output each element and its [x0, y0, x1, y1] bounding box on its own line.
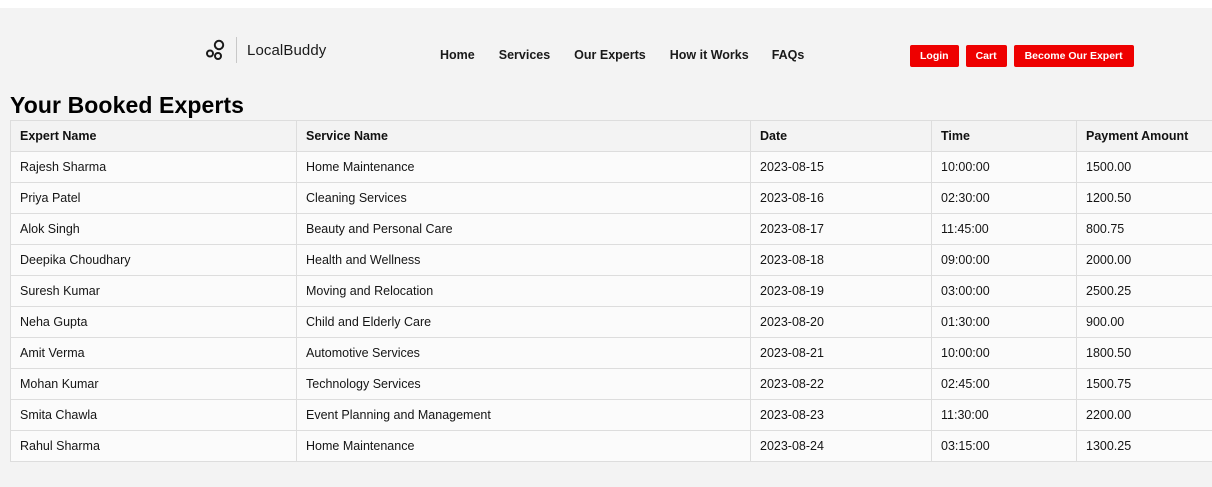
- table-row: Priya Patel Cleaning Services 2023-08-16…: [10, 182, 1212, 214]
- cell-date: 2023-08-20: [750, 306, 932, 338]
- become-expert-button[interactable]: Become Our Expert: [1013, 45, 1134, 67]
- cell-expert-name: Suresh Kumar: [10, 275, 297, 307]
- cell-expert-name: Smita Chawla: [10, 399, 297, 431]
- cell-date: 2023-08-15: [750, 151, 932, 183]
- table-row: Smita Chawla Event Planning and Manageme…: [10, 399, 1212, 431]
- cell-expert-name: Neha Gupta: [10, 306, 297, 338]
- table-row: Neha Gupta Child and Elderly Care 2023-0…: [10, 306, 1212, 338]
- cell-service-name: Event Planning and Management: [296, 399, 751, 431]
- table-row: Rahul Sharma Home Maintenance 2023-08-24…: [10, 430, 1212, 462]
- cell-payment-amount: 2000.00: [1076, 244, 1212, 276]
- cell-time: 02:30:00: [931, 182, 1077, 214]
- column-header-time: Time: [931, 120, 1077, 152]
- cell-expert-name: Rajesh Sharma: [10, 151, 297, 183]
- nav-link-home[interactable]: Home: [440, 48, 475, 62]
- cell-expert-name: Alok Singh: [10, 213, 297, 245]
- cell-payment-amount: 1300.25: [1076, 430, 1212, 462]
- cell-date: 2023-08-23: [750, 399, 932, 431]
- cell-payment-amount: 900.00: [1076, 306, 1212, 338]
- cell-date: 2023-08-19: [750, 275, 932, 307]
- cell-date: 2023-08-22: [750, 368, 932, 400]
- cell-service-name: Child and Elderly Care: [296, 306, 751, 338]
- nav-links: Home Services Our Experts How it Works F…: [440, 48, 804, 62]
- cell-service-name: Home Maintenance: [296, 151, 751, 183]
- cell-time: 03:00:00: [931, 275, 1077, 307]
- cell-payment-amount: 1500.00: [1076, 151, 1212, 183]
- cell-payment-amount: 2200.00: [1076, 399, 1212, 431]
- cell-expert-name: Priya Patel: [10, 182, 297, 214]
- page-title: Your Booked Experts: [10, 92, 245, 118]
- cell-time: 09:00:00: [931, 244, 1077, 276]
- cell-date: 2023-08-16: [750, 182, 932, 214]
- navbar: LocalBuddy Home Services Our Experts How…: [0, 8, 1212, 92]
- cell-time: 03:15:00: [931, 430, 1077, 462]
- table-row: Amit Verma Automotive Services 2023-08-2…: [10, 337, 1212, 369]
- nav-actions: Login Cart Become Our Expert: [910, 45, 1134, 67]
- cell-date: 2023-08-21: [750, 337, 932, 369]
- column-header-date: Date: [750, 120, 932, 152]
- brand-logo-icon: [206, 39, 225, 60]
- cell-expert-name: Deepika Choudhary: [10, 244, 297, 276]
- brand-name: LocalBuddy: [247, 41, 327, 59]
- nav-link-faqs[interactable]: FAQs: [772, 48, 805, 62]
- cell-payment-amount: 1500.75: [1076, 368, 1212, 400]
- cell-service-name: Moving and Relocation: [296, 275, 751, 307]
- table-row: Mohan Kumar Technology Services 2023-08-…: [10, 368, 1212, 400]
- page-container: LocalBuddy Home Services Our Experts How…: [0, 8, 1212, 487]
- cell-time: 10:00:00: [931, 337, 1077, 369]
- cart-button[interactable]: Cart: [965, 45, 1007, 67]
- column-header-payment-amount: Payment Amount: [1076, 120, 1212, 152]
- cell-date: 2023-08-17: [750, 213, 932, 245]
- cell-payment-amount: 2500.25: [1076, 275, 1212, 307]
- column-header-service-name: Service Name: [296, 120, 751, 152]
- cell-payment-amount: 1800.50: [1076, 337, 1212, 369]
- nav-link-our-experts[interactable]: Our Experts: [574, 48, 646, 62]
- cell-expert-name: Mohan Kumar: [10, 368, 297, 400]
- cell-service-name: Cleaning Services: [296, 182, 751, 214]
- cropped-top-text: [233, 0, 433, 4]
- table-header-row: Expert Name Service Name Date Time Payme…: [10, 120, 1212, 152]
- cell-time: 11:45:00: [931, 213, 1077, 245]
- cell-time: 01:30:00: [931, 306, 1077, 338]
- cell-time: 10:00:00: [931, 151, 1077, 183]
- brand-divider: [236, 37, 237, 63]
- cell-service-name: Home Maintenance: [296, 430, 751, 462]
- cell-service-name: Health and Wellness: [296, 244, 751, 276]
- cell-service-name: Technology Services: [296, 368, 751, 400]
- cell-date: 2023-08-24: [750, 430, 932, 462]
- cell-time: 11:30:00: [931, 399, 1077, 431]
- table-row: Alok Singh Beauty and Personal Care 2023…: [10, 213, 1212, 245]
- table-row: Suresh Kumar Moving and Relocation 2023-…: [10, 275, 1212, 307]
- cell-service-name: Automotive Services: [296, 337, 751, 369]
- cell-expert-name: Amit Verma: [10, 337, 297, 369]
- login-button[interactable]: Login: [910, 45, 959, 67]
- table-row: Rajesh Sharma Home Maintenance 2023-08-1…: [10, 151, 1212, 183]
- cell-expert-name: Rahul Sharma: [10, 430, 297, 462]
- booked-experts-table: Expert Name Service Name Date Time Payme…: [10, 120, 1212, 462]
- table-row: Deepika Choudhary Health and Wellness 20…: [10, 244, 1212, 276]
- cell-payment-amount: 1200.50: [1076, 182, 1212, 214]
- nav-link-how-it-works[interactable]: How it Works: [670, 48, 749, 62]
- cell-service-name: Beauty and Personal Care: [296, 213, 751, 245]
- cell-time: 02:45:00: [931, 368, 1077, 400]
- column-header-expert-name: Expert Name: [10, 120, 297, 152]
- cell-payment-amount: 800.75: [1076, 213, 1212, 245]
- nav-link-services[interactable]: Services: [499, 48, 550, 62]
- brand[interactable]: LocalBuddy: [205, 37, 326, 63]
- cell-date: 2023-08-18: [750, 244, 932, 276]
